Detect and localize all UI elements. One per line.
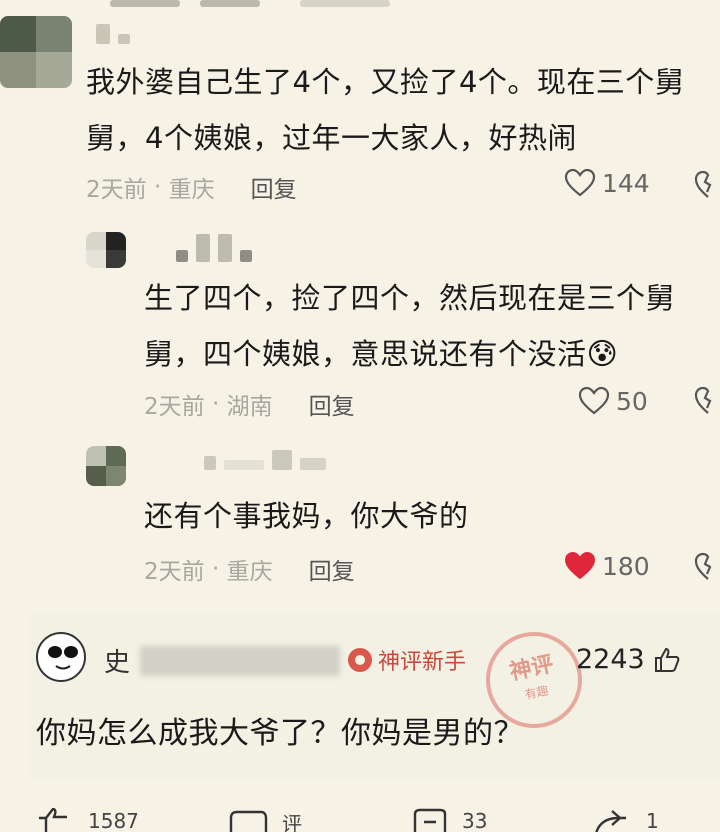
timestamp: 2天前 (86, 177, 147, 203)
featured-comment-card (28, 612, 720, 780)
avatar[interactable] (86, 446, 126, 486)
like-button[interactable]: 50 (578, 386, 648, 416)
like-button[interactable]: 2243 (576, 644, 681, 675)
timestamp: 2天前 (144, 559, 205, 585)
separator-dot: · (204, 391, 227, 417)
avatar[interactable] (0, 16, 72, 88)
comment-line: 舅，四个姨娘，意思说还有个没活😰 (144, 326, 675, 383)
like-action[interactable]: 1587 (36, 808, 139, 832)
share-action[interactable]: 33 (412, 808, 487, 832)
broken-heart-icon[interactable] (694, 552, 720, 582)
location: 重庆 (168, 177, 215, 203)
avatar[interactable] (36, 632, 86, 682)
username-blurred[interactable] (96, 24, 130, 44)
comment-meta: 2天前 · 重庆 回复 (86, 170, 297, 204)
location: 湖南 (226, 394, 273, 420)
heart-icon (578, 386, 610, 415)
forward-action[interactable]: 1 (592, 808, 659, 832)
comment-icon (229, 810, 268, 832)
thumb-up-icon (39, 808, 67, 832)
comment-line: 我外婆自己生了4个，又捡了4个。现在三个舅 (86, 65, 685, 99)
like-button-liked[interactable]: 180 (564, 551, 650, 581)
username-blurred[interactable] (176, 234, 252, 262)
like-action-count: 1587 (88, 809, 139, 832)
username-blurred (140, 646, 340, 676)
thumb-up-icon (654, 647, 680, 672)
featured-comment-text: 你妈怎么成我大爷了？你妈是男的？ (36, 716, 524, 751)
comment-meta: 2天前 · 湖南 回复 (144, 387, 355, 421)
username-blurred[interactable] (204, 450, 326, 470)
comment-text: 还有个事我妈，你大爷的 (144, 488, 469, 544)
reply-button[interactable]: 回复 (251, 170, 297, 204)
previous-content-strip (0, 0, 720, 14)
reply-button[interactable]: 回复 (309, 552, 355, 586)
like-button[interactable]: 144 (564, 168, 650, 198)
action-bar: 1587 评 33 1 (0, 808, 720, 832)
location: 重庆 (226, 559, 273, 585)
badge: 神评新手 (348, 644, 466, 676)
heart-icon (564, 168, 596, 197)
separator-dot: · (146, 174, 169, 200)
broken-heart-icon[interactable] (694, 170, 720, 200)
like-count: 180 (602, 551, 650, 581)
like-count: 50 (616, 386, 648, 416)
badge-label: 神评新手 (378, 650, 467, 675)
like-count: 2243 (576, 644, 645, 675)
heart-icon (564, 551, 596, 580)
comment-text: 我外婆自己生了4个，又捡了4个。现在三个舅 舅，4个姨娘，过年一大家人，好热闹 (86, 54, 684, 166)
broken-heart-icon[interactable] (694, 386, 720, 416)
share-action-count: 33 (462, 809, 488, 832)
comment-line: 生了四个，捡了四个，然后现在是三个舅 (144, 281, 676, 315)
comment-line: 还有个事我妈，你大爷的 (144, 499, 469, 533)
username[interactable]: 史 (104, 642, 130, 679)
forward-action-count: 1 (646, 809, 659, 832)
comment-text: 生了四个，捡了四个，然后现在是三个舅 舅，四个姨娘，意思说还有个没活😰 (144, 270, 675, 383)
like-count: 144 (602, 168, 650, 198)
reply-button[interactable]: 回复 (309, 387, 355, 421)
comment-action-label: 评 (282, 812, 302, 832)
emoji: 😰 (586, 337, 619, 372)
separator-dot: · (204, 556, 227, 582)
badge-icon (348, 648, 372, 672)
comment-line-text: 舅，四个姨娘，意思说还有个没活 (144, 337, 587, 371)
comment-line: 舅，4个姨娘，过年一大家人，好热闹 (86, 121, 577, 155)
avatar[interactable] (86, 232, 126, 268)
share-icon (413, 808, 447, 832)
comment-meta: 2天前 · 重庆 回复 (144, 552, 355, 586)
comment-action[interactable]: 评 (228, 808, 302, 832)
forward-icon (595, 810, 626, 832)
timestamp: 2天前 (144, 394, 205, 420)
